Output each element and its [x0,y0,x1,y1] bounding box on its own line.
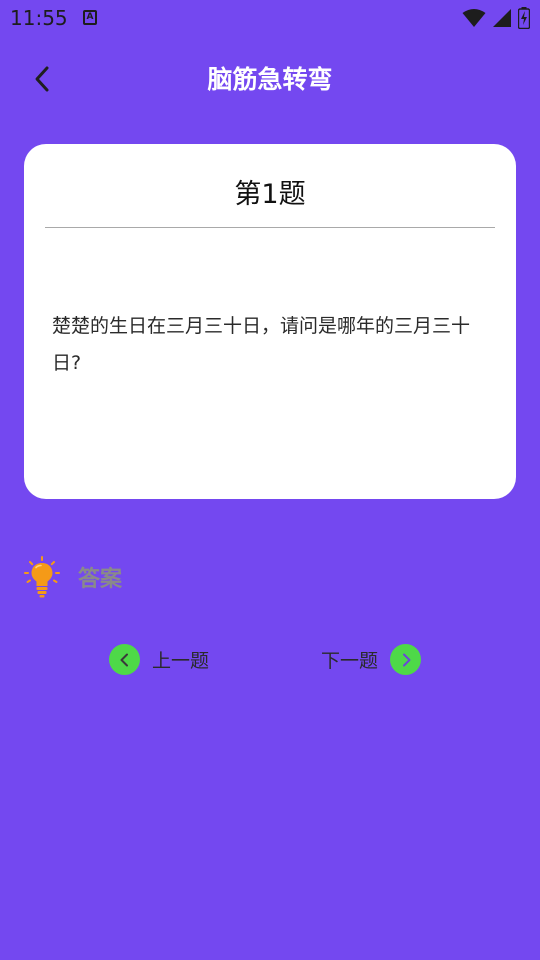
lightbulb-icon [24,556,60,598]
page-title: 脑筋急转弯 [207,65,333,94]
divider [45,227,495,228]
previous-question-button[interactable]: 上一题 [109,644,209,675]
next-question-button[interactable]: 下一题 [321,644,422,675]
question-text: 楚楚的生日在三月三十日，请问是哪年的三月三十日? [52,315,471,374]
status-time: 11:55 [10,6,68,30]
status-icons [462,7,530,29]
screen: 11:55 A 脑筋急转弯 第1题 楚楚的生日在三月三十日，请问是哪年的三月三十… [0,0,540,960]
status-bar: 11:55 A [0,0,540,36]
previous-question-label: 上一题 [152,650,210,672]
next-question-label: 下一题 [321,650,379,672]
app-notification-icon: A [83,10,97,25]
signal-icon [493,9,511,27]
chevron-left-icon [120,653,128,666]
prev-circle [109,644,140,675]
answer-label: 答案 [78,567,123,592]
wifi-icon [462,9,486,27]
next-circle [390,644,422,675]
battery-charging-icon [518,7,530,29]
question-number: 第1题 [234,179,306,210]
chevron-right-icon [402,653,411,666]
question-card: 第1题 楚楚的生日在三月三十日，请问是哪年的三月三十日? [24,144,516,499]
show-answer-button[interactable]: 答案 [24,556,122,598]
